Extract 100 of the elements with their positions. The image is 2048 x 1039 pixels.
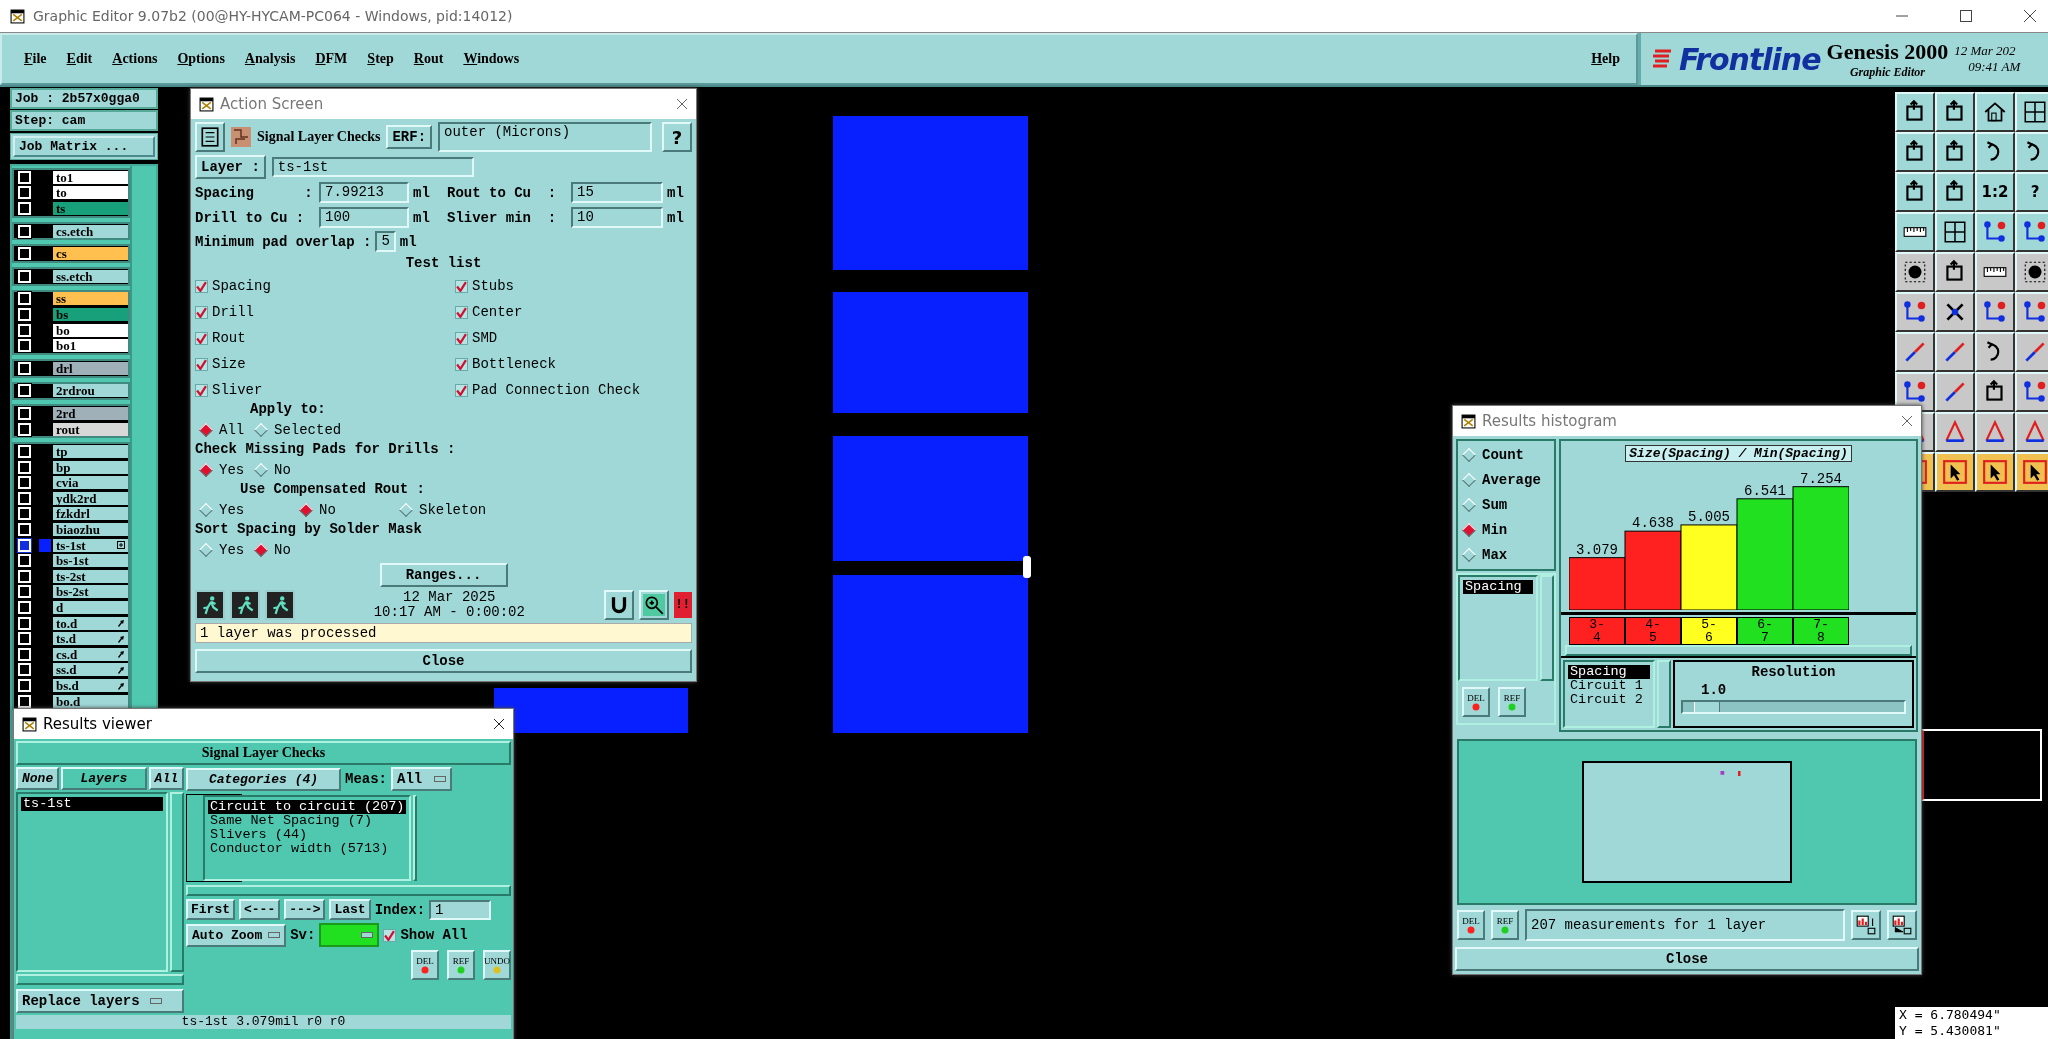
layer-checkbox[interactable] <box>18 647 31 661</box>
mode-radio[interactable]: Sum <box>1462 497 1550 513</box>
layer-item[interactable]: bs-1st <box>53 554 128 568</box>
layer-checkbox[interactable] <box>18 679 31 692</box>
layer-checkbox[interactable] <box>18 307 31 321</box>
tool-button[interactable] <box>1935 172 1975 212</box>
layer-checkbox[interactable] <box>18 202 31 215</box>
layer-item[interactable]: to1 <box>53 170 128 184</box>
export-button[interactable] <box>1851 910 1881 940</box>
layer-item[interactable]: ts-2st <box>53 569 128 583</box>
radio-option[interactable]: Yes <box>199 502 299 518</box>
field-item[interactable]: Spacing <box>1568 665 1650 679</box>
tool-button[interactable] <box>2015 372 2048 412</box>
auto-zoom-dropdown[interactable]: Auto Zoom <box>186 923 287 947</box>
tool-button[interactable] <box>1975 292 2015 332</box>
layer-checkbox[interactable] <box>18 384 31 398</box>
tool-button[interactable] <box>1895 92 1935 132</box>
tool-button[interactable]: 1:2 <box>1975 172 2015 212</box>
run-button[interactable] <box>230 590 260 620</box>
sv-color-dropdown[interactable] <box>319 923 380 947</box>
layer-item[interactable]: to <box>53 186 128 200</box>
layer-item[interactable]: ts-1st <box>53 538 128 552</box>
layer-item[interactable]: bs-2st <box>53 585 128 599</box>
layer-item[interactable]: bs.d <box>53 679 128 692</box>
resolution-slider[interactable] <box>1681 700 1906 714</box>
menu-item[interactable]: DFM <box>315 51 348 67</box>
field-item[interactable]: Circuit 1 <box>1568 679 1650 693</box>
layer-checkbox[interactable] <box>18 632 31 646</box>
layer-item[interactable]: rout <box>53 422 128 436</box>
layer-item[interactable]: bo <box>53 323 128 337</box>
layer-checkbox[interactable] <box>18 569 31 583</box>
scrollbar[interactable] <box>1565 645 1912 656</box>
measure-item[interactable]: Spacing <box>1463 580 1533 594</box>
layer-checkbox[interactable] <box>18 694 31 708</box>
erf-field[interactable]: outer (Microns) <box>438 122 652 152</box>
test-checkbox[interactable]: Pad Connection Check <box>455 382 685 398</box>
test-checkbox[interactable]: Sliver <box>195 382 455 398</box>
layer-checkbox[interactable] <box>18 585 31 599</box>
layer-item[interactable]: ss.d <box>53 663 128 677</box>
category-item[interactable]: Circuit to circuit (207) <box>208 800 407 814</box>
test-checkbox[interactable]: Drill <box>195 304 455 320</box>
layer-checkbox[interactable] <box>18 523 31 537</box>
scrollbar[interactable] <box>1657 660 1671 728</box>
replace-layers-dropdown[interactable]: Replace layers <box>16 989 184 1013</box>
mode-radio[interactable]: Count <box>1462 447 1550 463</box>
layer-item[interactable]: bo.d <box>53 694 128 708</box>
tool-button[interactable] <box>1935 92 1975 132</box>
tool-button[interactable] <box>1935 212 1975 252</box>
layer-checkbox[interactable] <box>18 554 31 568</box>
layer-item[interactable]: 2rd <box>53 406 128 420</box>
test-checkbox[interactable]: SMD <box>455 330 685 346</box>
category-item[interactable]: Conductor width (5713) <box>208 842 407 856</box>
layer-filter-button[interactable]: Layers <box>61 767 147 790</box>
tool-button[interactable]: ? <box>2015 172 2048 212</box>
tool-button[interactable] <box>1975 372 2015 412</box>
layer-item[interactable]: cs.d <box>53 647 128 661</box>
nav-button[interactable]: First <box>186 899 235 920</box>
mode-radio[interactable]: Average <box>1462 472 1550 488</box>
radio-option[interactable]: No <box>254 542 374 558</box>
parameter-field[interactable]: 5 <box>375 231 396 252</box>
layer-item[interactable]: to.d <box>53 616 128 630</box>
radio-option[interactable]: No <box>254 462 374 478</box>
radio-option[interactable]: Yes <box>199 542 254 558</box>
meas-dropdown[interactable]: All <box>391 767 453 791</box>
action-button[interactable]: DEL <box>1457 910 1485 940</box>
tool-button[interactable] <box>1935 452 1975 492</box>
close-icon[interactable] <box>493 718 505 730</box>
radio-option[interactable]: Skeleton <box>399 502 539 518</box>
test-checkbox[interactable]: Stubs <box>455 278 685 294</box>
layer-item[interactable]: d <box>53 601 128 615</box>
layer-checkbox[interactable] <box>18 460 31 474</box>
layer-item[interactable]: bp <box>53 460 128 474</box>
tool-button[interactable] <box>1935 132 1975 172</box>
close-button[interactable]: Close <box>1455 947 1919 971</box>
menu-item[interactable]: Help <box>1591 51 1620 67</box>
tool-button[interactable] <box>1975 332 2015 372</box>
layer-checkbox[interactable] <box>18 445 31 459</box>
layer-item[interactable]: cvia <box>53 476 128 490</box>
test-checkbox[interactable]: Center <box>455 304 685 320</box>
maximize-icon[interactable] <box>1958 8 1974 24</box>
tool-button[interactable] <box>2015 132 2048 172</box>
tool-button[interactable] <box>2015 212 2048 252</box>
run-button[interactable] <box>195 590 225 620</box>
layer-filter-button[interactable]: None <box>16 767 60 790</box>
tool-button[interactable] <box>1895 372 1935 412</box>
tool-button[interactable] <box>1895 292 1935 332</box>
layer-checkbox[interactable] <box>18 323 31 337</box>
tool-button[interactable] <box>1935 332 1975 372</box>
layer-item[interactable]: 2rdrou <box>53 384 128 398</box>
tool-button[interactable] <box>2015 332 2048 372</box>
category-item[interactable]: Same Net Spacing (7) <box>208 814 407 828</box>
layer-item[interactable]: drl <box>53 361 128 375</box>
tool-button[interactable] <box>1895 252 1935 292</box>
layer-item[interactable]: cs <box>53 247 128 261</box>
layer-checkbox[interactable] <box>18 663 31 677</box>
menu-item[interactable]: File <box>24 51 47 67</box>
radio-option[interactable]: Selected <box>254 422 374 438</box>
menu-item[interactable]: Rout <box>413 51 444 67</box>
tool-button[interactable] <box>1895 172 1935 212</box>
menu-item[interactable]: Step <box>367 51 394 67</box>
